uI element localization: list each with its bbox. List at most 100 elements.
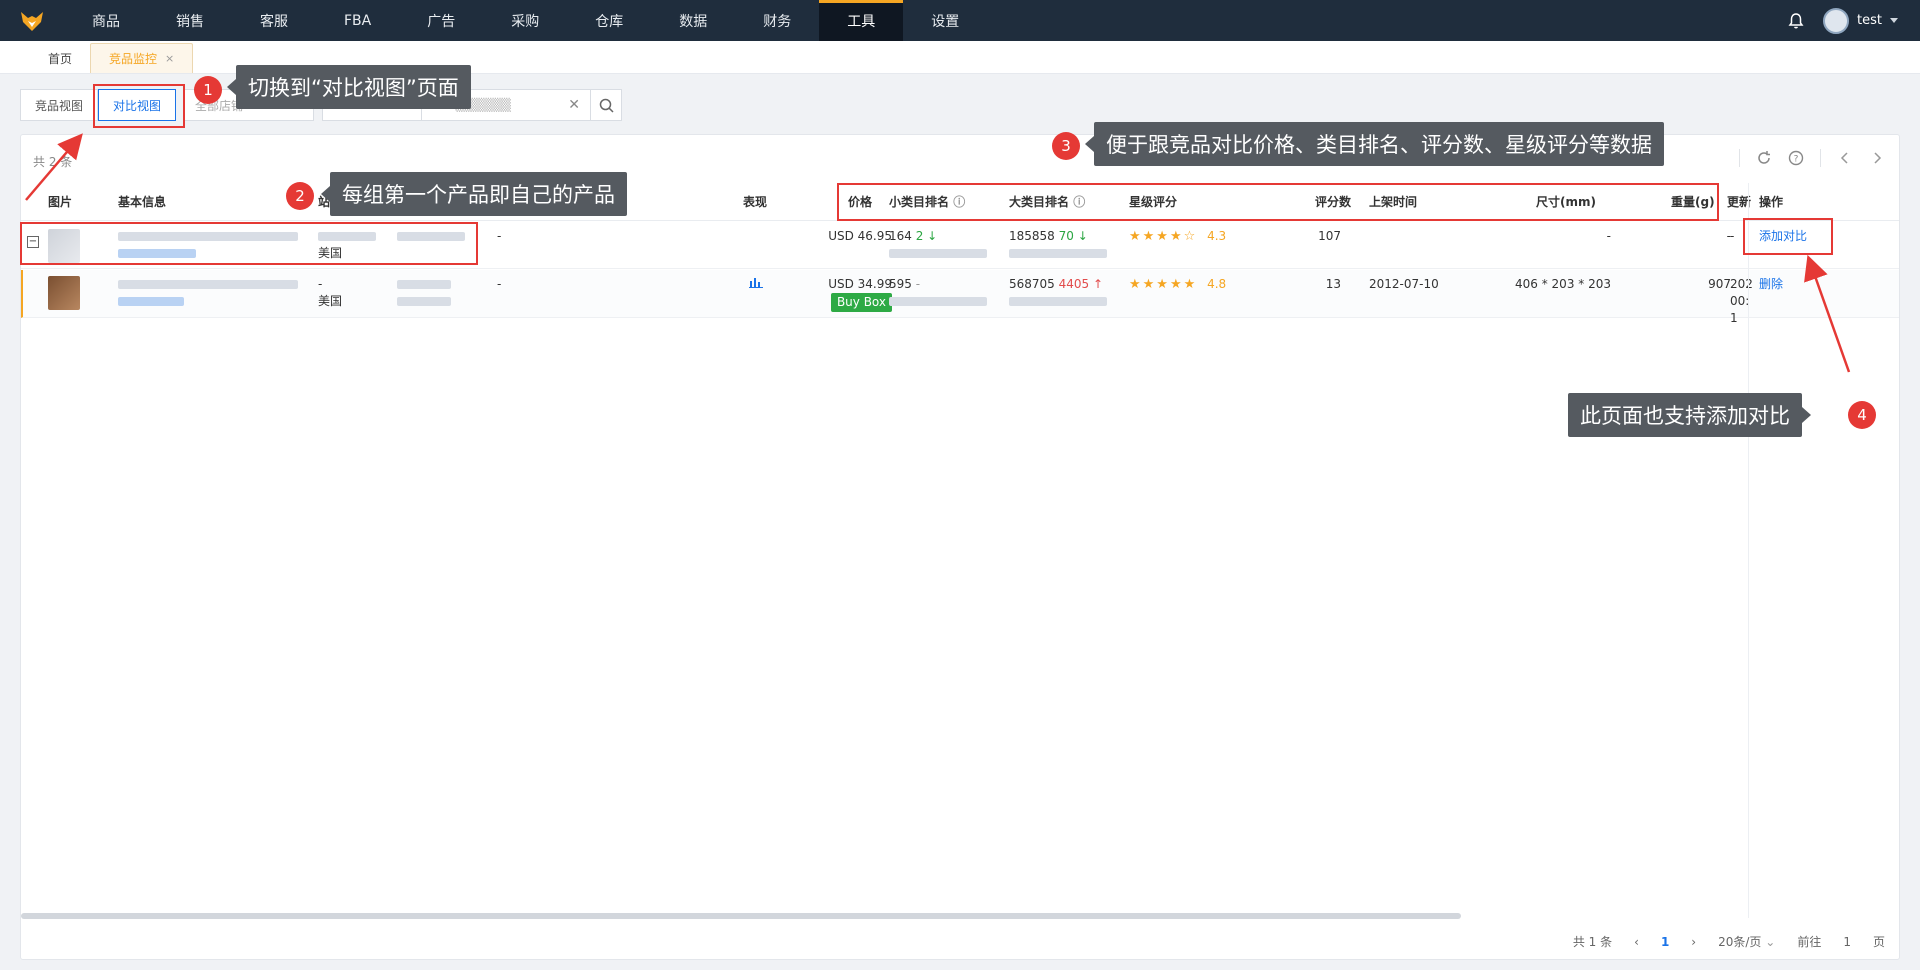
big-rank-change: 70 ↓ bbox=[1058, 229, 1088, 243]
nav-item-tools[interactable]: 工具 bbox=[819, 0, 904, 41]
top-navigation: 商品 销售 客服 FBA 广告 采购 仓库 数据 财务 工具 设置 test bbox=[0, 0, 1920, 41]
big-rank: 185858 70 ↓ bbox=[1009, 228, 1107, 262]
search-icon bbox=[599, 98, 614, 113]
nav-item-service[interactable]: 客服 bbox=[232, 0, 316, 41]
nav-item-finance[interactable]: 财务 bbox=[735, 0, 819, 41]
nav-item-warehouse[interactable]: 仓库 bbox=[567, 0, 651, 41]
chevron-right-icon[interactable] bbox=[1869, 150, 1885, 166]
tab-competitor-monitor[interactable]: 竞品监控 × bbox=[90, 43, 194, 73]
panel-tools: ? bbox=[1739, 149, 1885, 167]
product-thumbnail bbox=[48, 276, 80, 310]
product-image[interactable] bbox=[48, 276, 80, 310]
nav-item-settings[interactable]: 设置 bbox=[903, 0, 987, 41]
delete-link[interactable]: 删除 bbox=[1759, 276, 1783, 293]
refresh-icon[interactable] bbox=[1756, 150, 1772, 166]
review-count: 107 bbox=[1318, 229, 1341, 243]
annotation-tip-1: 切换到“对比视图”页面 bbox=[227, 65, 471, 109]
next-page-button[interactable]: › bbox=[1691, 935, 1696, 949]
price-value: USD 34.99 bbox=[828, 277, 892, 291]
highlight-add-compare bbox=[1743, 218, 1833, 255]
product-title-redacted bbox=[118, 280, 298, 289]
close-icon[interactable]: × bbox=[165, 52, 174, 65]
small-rank: 595 - bbox=[889, 276, 987, 310]
nav-item-purchase[interactable]: 采购 bbox=[483, 0, 567, 41]
annotation-badge-1: 1 bbox=[194, 76, 222, 104]
fox-logo-icon bbox=[21, 11, 43, 31]
big-rank-change: 4405 ↑ bbox=[1058, 277, 1104, 291]
nav-item-ads[interactable]: 广告 bbox=[399, 0, 483, 41]
clear-icon[interactable]: ✕ bbox=[568, 97, 580, 113]
nav-item-products[interactable]: 商品 bbox=[64, 0, 148, 41]
small-rank: 164 2 ↓ bbox=[889, 228, 987, 262]
search-button[interactable] bbox=[590, 89, 623, 121]
tab-home[interactable]: 首页 bbox=[30, 43, 90, 73]
annotation-badge-3: 3 bbox=[1052, 132, 1080, 160]
chevron-down-icon: ⌄ bbox=[1765, 935, 1776, 949]
pagination: 共 1 条 ‹ 1 › 20条/页 ⌄ 前往 1 页 bbox=[1573, 933, 1885, 950]
goto-label: 前往 bbox=[1797, 935, 1822, 949]
small-rank-change: 2 ↓ bbox=[915, 229, 938, 243]
col-image: 图片 bbox=[48, 195, 73, 209]
col-performance: 表现 bbox=[743, 195, 768, 209]
star-rating: ★★★★★ 4.8 bbox=[1129, 276, 1226, 293]
big-rank: 568705 4405 ↑ bbox=[1009, 276, 1107, 310]
nav-item-fba[interactable]: FBA bbox=[316, 0, 399, 41]
col-basic-info: 基本信息 bbox=[118, 195, 167, 209]
total-count: 共 1 条 bbox=[1572, 935, 1613, 949]
nav-item-data[interactable]: 数据 bbox=[651, 0, 735, 41]
product-info[interactable] bbox=[118, 276, 298, 310]
site-dash: - bbox=[318, 277, 323, 291]
goto-input[interactable]: 1 bbox=[1843, 935, 1851, 949]
logo[interactable] bbox=[0, 0, 64, 41]
brand-blur bbox=[397, 297, 451, 306]
review-count: 13 bbox=[1325, 277, 1341, 291]
size-value: - bbox=[1606, 229, 1611, 243]
annotation-tip-2: 每组第一个产品即自己的产品 bbox=[321, 172, 627, 216]
buybox-badge: Buy Box bbox=[830, 293, 892, 312]
updated-value: 202 00:1 bbox=[1730, 277, 1753, 325]
small-category-redacted bbox=[889, 249, 987, 258]
price-value: USD 46.95 bbox=[828, 229, 892, 243]
annotation-badge-4: 4 bbox=[1848, 401, 1876, 429]
competitor-view-button[interactable]: 竞品视图 bbox=[20, 89, 99, 121]
horizontal-scrollbar[interactable] bbox=[21, 913, 1461, 919]
performance-chart-icon[interactable] bbox=[749, 276, 763, 293]
divider bbox=[1739, 149, 1740, 167]
listed-date: 2012-07-10 bbox=[1369, 277, 1439, 291]
small-rank-value: 595 bbox=[889, 277, 912, 291]
annotation-badge-2: 2 bbox=[286, 182, 314, 210]
big-rank-value: 185858 bbox=[1009, 229, 1055, 243]
rating-value: 4.3 bbox=[1207, 229, 1227, 243]
price-info: USD 34.99 Buy Box bbox=[812, 276, 892, 312]
weight-value: 907 bbox=[1708, 277, 1731, 291]
brand-redacted bbox=[397, 276, 451, 310]
bell-icon[interactable] bbox=[1787, 12, 1805, 30]
table-row: - 美国 - USD 34.99 Buy Box 595 - 568705 44… bbox=[21, 270, 1899, 325]
site-label: 美国 bbox=[318, 294, 343, 308]
weight-value: - bbox=[1726, 229, 1731, 243]
site-info: - 美国 bbox=[318, 276, 342, 310]
avatar bbox=[1823, 7, 1850, 34]
help-icon[interactable]: ? bbox=[1788, 150, 1804, 166]
chevron-left-icon[interactable] bbox=[1837, 150, 1853, 166]
page-size-select[interactable]: 20条/页 ⌄ bbox=[1718, 933, 1775, 950]
big-category-redacted bbox=[1009, 297, 1107, 306]
nav-item-sales[interactable]: 销售 bbox=[148, 0, 232, 41]
small-rank-value: 164 bbox=[889, 229, 912, 243]
record-count: 共 2 条 bbox=[33, 155, 73, 169]
small-category-redacted bbox=[889, 297, 987, 306]
annotation-tip-3: 便于跟竞品对比价格、类目排名、评分数、星级评分等数据 bbox=[1085, 122, 1664, 166]
stars-icon: ★★★★★ bbox=[1129, 277, 1198, 292]
brand-blur bbox=[397, 280, 451, 289]
updated-value: - bbox=[1730, 229, 1735, 243]
prev-page-button[interactable]: ‹ bbox=[1634, 935, 1639, 949]
svg-text:?: ? bbox=[1794, 155, 1799, 165]
asin-link-redacted[interactable] bbox=[118, 297, 184, 306]
page-number[interactable]: 1 bbox=[1661, 935, 1669, 949]
highlight-compare-view bbox=[93, 84, 185, 128]
page-unit-label: 页 bbox=[1872, 935, 1885, 949]
small-rank-change: - bbox=[915, 277, 921, 291]
user-menu[interactable]: test bbox=[1823, 7, 1898, 34]
caret-down-icon bbox=[1890, 18, 1898, 23]
star-rating: ★★★★☆ 4.3 bbox=[1129, 228, 1226, 245]
